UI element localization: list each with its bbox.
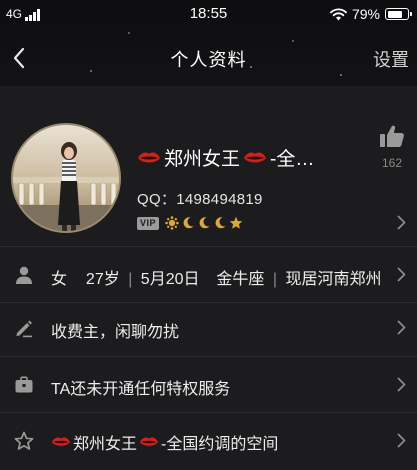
gender-value: 女 xyxy=(51,271,68,288)
age-value: 27岁 xyxy=(85,271,120,288)
chevron-right-icon xyxy=(397,267,406,282)
profile-screen: 4G 18:55 79% 个人资料 设置 郑州女王 -全… QQ：1498494… xyxy=(0,0,417,470)
like-button[interactable]: 162 xyxy=(377,124,407,170)
chevron-right-icon xyxy=(397,320,406,335)
avatar[interactable] xyxy=(11,123,121,233)
nav-bar: 个人资料 设置 xyxy=(0,38,417,78)
person-icon xyxy=(16,266,32,284)
lips-icon xyxy=(139,437,159,446)
lips-icon xyxy=(51,437,71,446)
settings-button[interactable]: 设置 xyxy=(373,46,409,72)
signature-row[interactable]: 收费主，闲聊勿扰 xyxy=(0,300,417,356)
badge-row[interactable]: VIP xyxy=(137,216,243,230)
signature-text: 收费主，闲聊勿扰 xyxy=(51,324,180,341)
star-outline-icon xyxy=(14,431,34,450)
privilege-text: TA还未开通任何特权服务 xyxy=(51,381,231,398)
privilege-row[interactable]: TA还未开通任何特权服务 xyxy=(0,357,417,413)
briefcase-icon xyxy=(15,376,33,393)
chevron-right-icon xyxy=(397,377,406,392)
profile-card[interactable]: 郑州女王 -全… QQ：1498494819 VIP 162 xyxy=(0,86,417,246)
basic-info-row[interactable]: 女 27岁 | 5月20日 金牛座 | 现居河南郑州 xyxy=(0,247,417,303)
moon-icon xyxy=(199,217,210,229)
chevron-right-icon xyxy=(397,215,406,230)
lips-icon xyxy=(244,152,267,162)
chevron-right-icon xyxy=(397,433,406,448)
separator: | xyxy=(128,271,133,288)
thumbs-up-icon xyxy=(380,125,404,147)
space-suffix: -全国约调的空间 xyxy=(161,436,279,453)
sparkle-decoration xyxy=(128,32,130,34)
status-bar: 4G 18:55 79% xyxy=(0,0,417,28)
space-name: 郑州女王 xyxy=(73,436,138,453)
profile-name-suffix: -全… xyxy=(270,149,315,170)
profile-name-row: 郑州女王 -全… xyxy=(137,144,314,171)
sun-icon xyxy=(165,216,179,230)
space-row[interactable]: 郑州女王 -全国约调的空间 xyxy=(0,413,417,469)
qq-number: QQ：1498494819 xyxy=(137,191,263,208)
like-count: 162 xyxy=(381,156,403,170)
avatar-photo xyxy=(13,125,119,231)
zodiac-value: 金牛座 xyxy=(216,271,265,288)
battery-icon xyxy=(385,8,412,20)
page-title: 个人资料 xyxy=(170,50,247,70)
level-icons xyxy=(165,216,243,230)
profile-name: 郑州女王 xyxy=(164,149,241,170)
header-area: 4G 18:55 79% 个人资料 设置 xyxy=(0,0,417,86)
basic-info-text: 女 27岁 | 5月20日 金牛座 | 现居河南郑州 xyxy=(51,265,382,289)
battery-level-fill xyxy=(387,10,403,18)
moon-icon xyxy=(183,217,194,229)
separator: | xyxy=(272,271,278,288)
status-right: 79% xyxy=(330,6,412,22)
star-icon xyxy=(229,216,243,229)
lips-icon xyxy=(138,152,160,162)
pencil-icon xyxy=(16,320,32,338)
space-text: 郑州女王 -全国约调的空间 xyxy=(51,430,278,454)
wifi-icon xyxy=(330,8,347,20)
birthday-value: 5月20日 xyxy=(140,271,200,288)
location-value: 现居河南郑州 xyxy=(285,271,382,288)
battery-percent: 79% xyxy=(351,6,380,22)
moon-icon xyxy=(215,217,226,229)
vip-badge: VIP xyxy=(137,216,160,230)
